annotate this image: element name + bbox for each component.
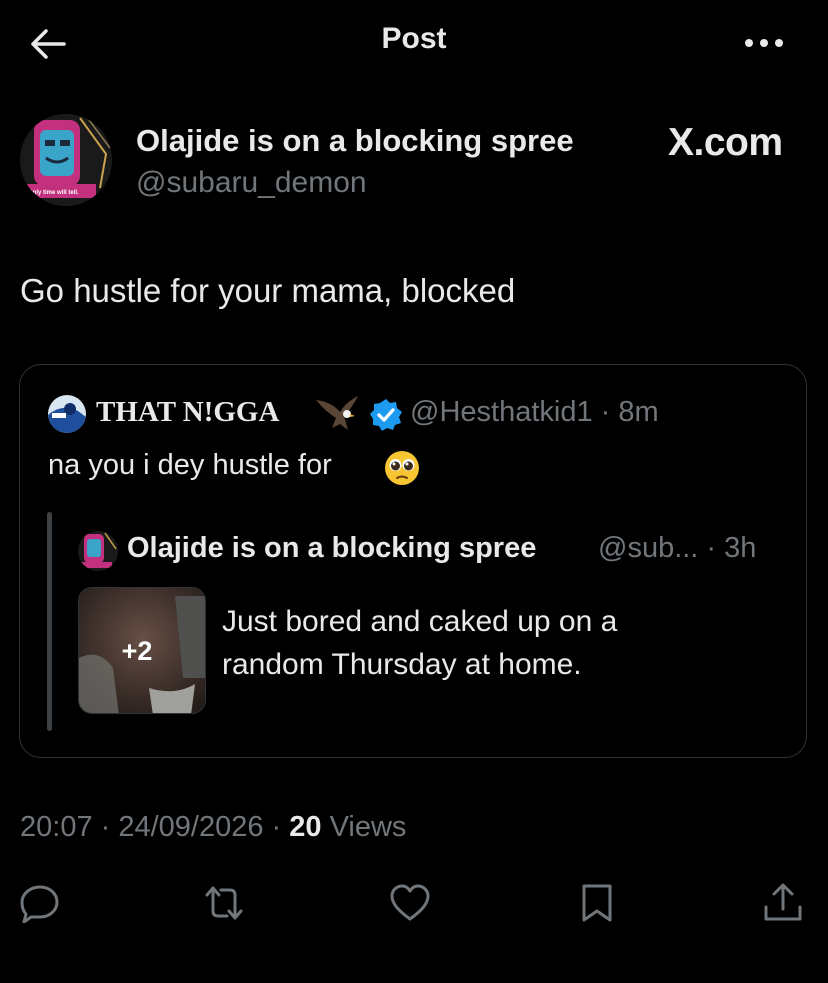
x-com-watermark: X.com [668, 121, 783, 164]
nested-text-line-2: random Thursday at home. [222, 648, 582, 681]
eagle-emoji [316, 396, 358, 430]
share-icon[interactable] [762, 883, 804, 923]
verified-badge-icon [370, 399, 402, 431]
nested-text-line-1: Just bored and caked up on a [222, 605, 618, 638]
author-avatar[interactable]: Only time will tell. [20, 114, 112, 206]
like-icon[interactable] [389, 883, 431, 923]
views-count: 20 [289, 811, 322, 843]
post-text: Go hustle for your mama, blocked [20, 272, 516, 309]
more-horizontal-icon[interactable] [742, 28, 786, 58]
quote-text: na you i dey hustle for [48, 449, 332, 481]
nested-avatar-image [78, 531, 118, 571]
quote-avatar-image [48, 395, 86, 433]
nested-author-handle-time: @sub... · 3h [598, 532, 757, 564]
page-title: Post [381, 22, 447, 55]
nested-author-avatar[interactable] [78, 531, 118, 571]
post-metadata: 20:07 · 24/09/2026 · 20 Views [20, 811, 406, 844]
quote-author-handle-time: @Hesthatkid1 · 8m [410, 396, 659, 428]
author-name[interactable]: Olajide is on a blocking spree [136, 123, 574, 159]
bookmark-icon[interactable] [576, 883, 618, 923]
views-label: Views [321, 811, 407, 843]
nested-author-name: Olajide is on a blocking spree [127, 532, 537, 564]
avatar-image: Only time will tell. [20, 114, 112, 206]
media-count-overlay: +2 [121, 636, 153, 666]
quote-author-name: THAT N!GGA [96, 396, 280, 428]
author-handle[interactable]: @subaru_demon [136, 166, 367, 200]
avatar-caption: Only time will tell. [28, 190, 79, 196]
quote-author-avatar[interactable] [48, 395, 86, 433]
repost-icon[interactable] [203, 883, 245, 923]
pleading-face-emoji [385, 451, 419, 485]
reply-icon[interactable] [19, 883, 61, 923]
post-datetime: 20:07 · 24/09/2026 · [20, 811, 290, 843]
nested-quote-divider [47, 512, 52, 731]
